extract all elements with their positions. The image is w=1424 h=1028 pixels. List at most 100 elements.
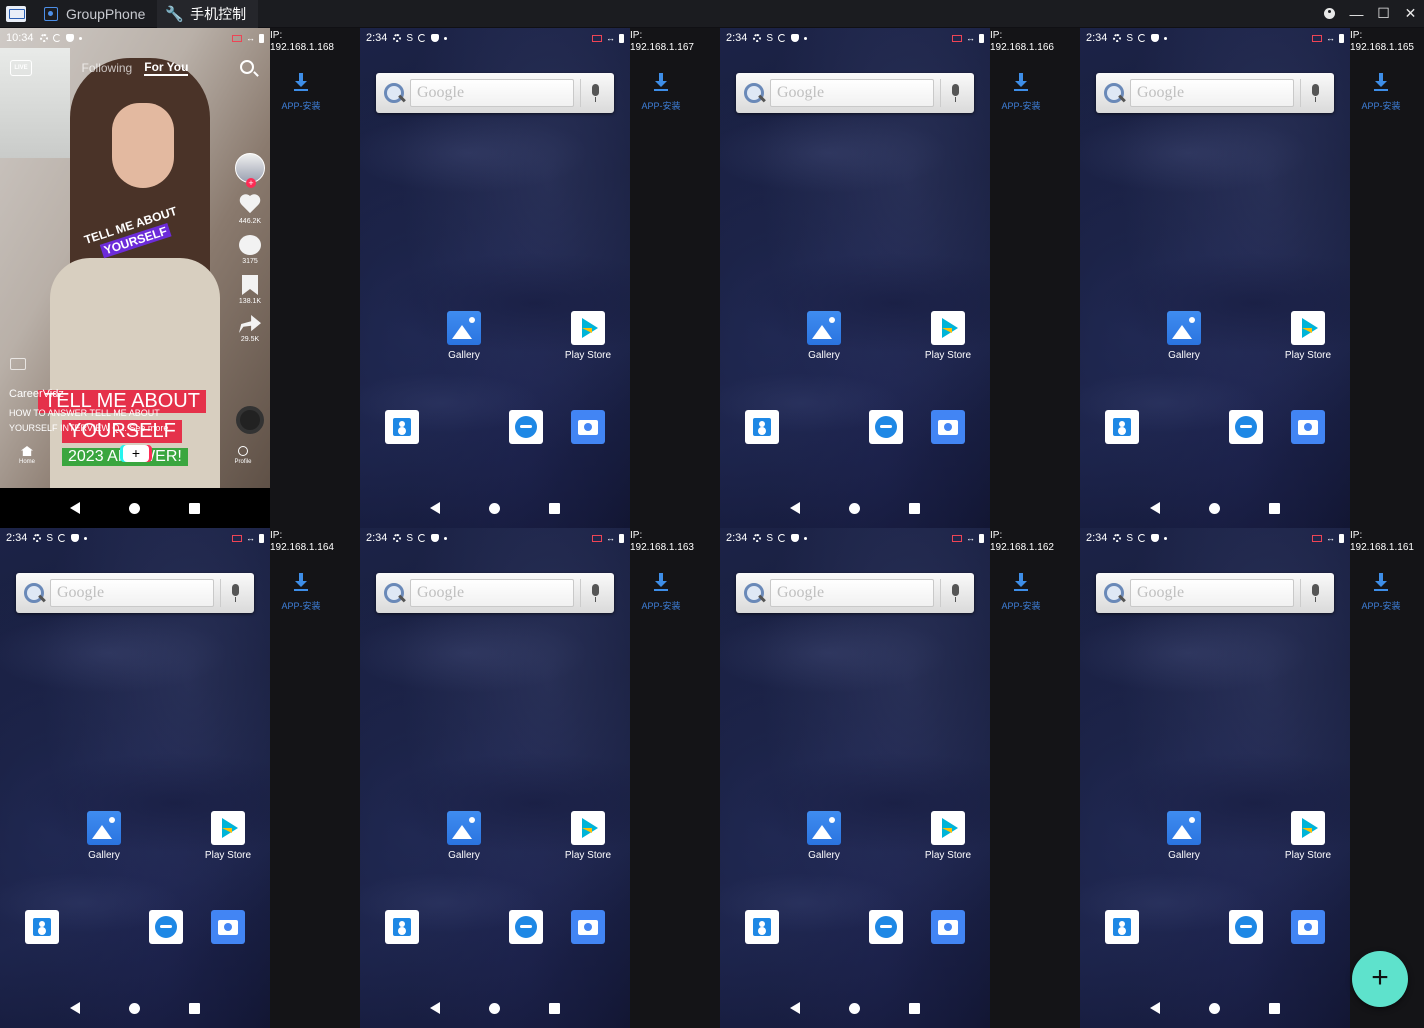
google-search-widget[interactable]: Google — [376, 73, 614, 113]
app-play-store[interactable]: Play Store — [553, 811, 623, 861]
app-play-store[interactable]: Play Store — [1273, 811, 1343, 861]
app-play-store[interactable]: Play Store — [913, 311, 983, 361]
app-install-button[interactable]: APP-安装 — [640, 73, 682, 112]
browser-icon[interactable] — [869, 410, 903, 444]
device-screen[interactable]: 2:34 S ↔ Google Gallery Play Store — [1080, 528, 1350, 1028]
camera-icon[interactable] — [1291, 910, 1325, 944]
app-gallery[interactable]: Gallery — [429, 311, 499, 361]
microphone-icon[interactable] — [580, 79, 610, 107]
app-play-store[interactable]: Play Store — [913, 811, 983, 861]
back-icon[interactable] — [1149, 502, 1160, 514]
app-gallery[interactable]: Gallery — [789, 311, 859, 361]
device-screen[interactable]: 2:34 S ↔ Google Gallery Play Store — [720, 28, 990, 528]
recents-icon[interactable] — [549, 502, 561, 514]
tab-following[interactable]: Following — [82, 61, 133, 75]
recents-icon[interactable] — [549, 1002, 561, 1014]
browser-icon[interactable] — [1229, 410, 1263, 444]
minimize-button[interactable]: — — [1343, 0, 1370, 28]
search-input[interactable]: Google — [1130, 579, 1294, 607]
tab-profile[interactable]: Profile — [223, 446, 263, 465]
home-button-icon[interactable] — [1208, 502, 1220, 514]
app-install-button[interactable]: APP-安装 — [1000, 573, 1042, 612]
app-install-button[interactable]: APP-安装 — [640, 573, 682, 612]
browser-icon[interactable] — [509, 910, 543, 944]
camera-icon[interactable] — [571, 910, 605, 944]
google-search-widget[interactable]: Google — [376, 573, 614, 613]
tab-home[interactable]: Home — [7, 446, 47, 465]
creator-avatar[interactable] — [235, 153, 265, 188]
microphone-icon[interactable] — [940, 79, 970, 107]
search-input[interactable]: Google — [410, 79, 574, 107]
like-button[interactable]: 446.2K — [232, 195, 268, 225]
back-icon[interactable] — [789, 502, 800, 514]
contacts-icon[interactable] — [385, 910, 419, 944]
browser-icon[interactable] — [869, 910, 903, 944]
contacts-icon[interactable] — [385, 410, 419, 444]
google-search-widget[interactable]: Google — [1096, 573, 1334, 613]
share-button[interactable]: 29.5K — [232, 315, 268, 343]
close-button[interactable]: ✕ — [1397, 0, 1424, 28]
create-button[interactable]: + — [123, 445, 149, 462]
device-screen[interactable]: 2:34 S ↔ Google Gallery Play Store — [360, 528, 630, 1028]
search-input[interactable]: Google — [1130, 79, 1294, 107]
add-device-button[interactable]: + — [1352, 951, 1408, 1007]
search-input[interactable]: Google — [770, 79, 934, 107]
home-button-icon[interactable] — [1208, 1002, 1220, 1014]
account-button[interactable] — [1316, 0, 1343, 28]
tab-for-you[interactable]: For You — [144, 60, 189, 76]
search-icon[interactable] — [240, 60, 254, 74]
back-icon[interactable] — [69, 502, 80, 514]
app-gallery[interactable]: Gallery — [789, 811, 859, 861]
app-install-button[interactable]: APP-安装 — [280, 573, 322, 612]
camera-icon[interactable] — [571, 410, 605, 444]
contacts-icon[interactable] — [745, 410, 779, 444]
microphone-icon[interactable] — [1300, 79, 1330, 107]
google-search-widget[interactable]: Google — [736, 73, 974, 113]
app-play-store[interactable]: Play Store — [1273, 311, 1343, 361]
home-button-icon[interactable] — [488, 502, 500, 514]
microphone-icon[interactable] — [1300, 579, 1330, 607]
google-search-widget[interactable]: Google — [1096, 73, 1334, 113]
device-screen[interactable]: 2:34 S ↔ Google Gallery Play Store — [0, 528, 270, 1028]
device-screen[interactable]: 2:34 S ↔ Google Gallery Play Store — [1080, 28, 1350, 528]
contacts-icon[interactable] — [25, 910, 59, 944]
recents-icon[interactable] — [1269, 502, 1281, 514]
recents-icon[interactable] — [909, 1002, 921, 1014]
back-icon[interactable] — [429, 502, 440, 514]
microphone-icon[interactable] — [220, 579, 250, 607]
browser-icon[interactable] — [509, 410, 543, 444]
search-input[interactable]: Google — [770, 579, 934, 607]
home-button-icon[interactable] — [848, 1002, 860, 1014]
comment-button[interactable]: 3175 — [232, 235, 268, 265]
camera-icon[interactable] — [931, 910, 965, 944]
recents-icon[interactable] — [189, 1002, 201, 1014]
app-gallery[interactable]: Gallery — [1149, 811, 1219, 861]
contacts-icon[interactable] — [1105, 410, 1139, 444]
contacts-icon[interactable] — [745, 910, 779, 944]
device-screen[interactable]: 2:34 S ↔ Google Gallery Play Store — [360, 28, 630, 528]
save-button[interactable]: 138.1K — [232, 275, 268, 305]
video-description[interactable]: HOW TO ANSWER TELL ME ABOUT YOURSELF INT… — [9, 406, 199, 436]
back-icon[interactable] — [789, 1002, 800, 1014]
recents-icon[interactable] — [189, 502, 201, 514]
recents-icon[interactable] — [1269, 1002, 1281, 1014]
app-gallery[interactable]: Gallery — [1149, 311, 1219, 361]
app-install-button[interactable]: APP-安装 — [280, 73, 322, 112]
creator-name[interactable]: CareerVidz — [9, 388, 64, 400]
back-icon[interactable] — [69, 1002, 80, 1014]
device-screen[interactable]: 10:34 ↔ LIVE Following For You TELL ME A… — [0, 28, 270, 528]
back-icon[interactable] — [1149, 1002, 1160, 1014]
tab-phone-control[interactable]: 🔧 手机控制 — [157, 0, 259, 28]
music-disc-icon[interactable] — [236, 406, 264, 434]
browser-icon[interactable] — [1229, 910, 1263, 944]
search-input[interactable]: Google — [50, 579, 214, 607]
home-button-icon[interactable] — [488, 1002, 500, 1014]
app-gallery[interactable]: Gallery — [69, 811, 139, 861]
app-play-store[interactable]: Play Store — [193, 811, 263, 861]
device-screen[interactable]: 2:34 S ↔ Google Gallery Play Store — [720, 528, 990, 1028]
camera-icon[interactable] — [211, 910, 245, 944]
search-input[interactable]: Google — [410, 579, 574, 607]
tab-groupphone[interactable]: GroupPhone — [36, 0, 157, 28]
home-button-icon[interactable] — [848, 502, 860, 514]
microphone-icon[interactable] — [580, 579, 610, 607]
